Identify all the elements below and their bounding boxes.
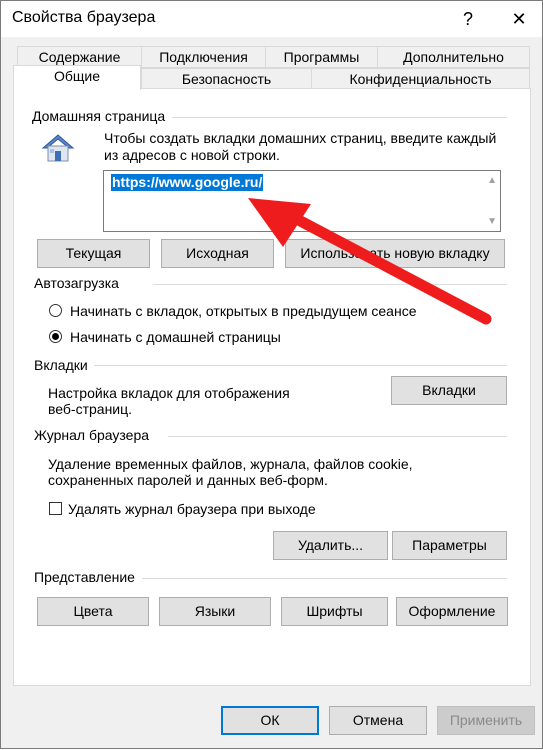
cancel-button[interactable]: Отмена — [329, 706, 427, 735]
tab-advanced[interactable]: Дополнительно — [377, 46, 530, 68]
tabs-group-label: Вкладки — [34, 357, 88, 373]
startup-group-label: Автозагрузка — [34, 275, 119, 291]
title-bar: Свойства браузера ? ✕ — [1, 1, 542, 37]
home-description-line1: Чтобы создать вкладки домашних страниц, … — [104, 130, 497, 146]
tab-security[interactable]: Безопасность — [141, 68, 312, 90]
tab-connections[interactable]: Подключения — [141, 46, 266, 68]
browser-properties-dialog: Свойства браузера ? ✕ Содержание Подключ… — [0, 0, 543, 749]
history-description-line1: Удаление временных файлов, журнала, файл… — [48, 456, 413, 472]
use-current-button[interactable]: Текущая — [37, 239, 150, 268]
scroll-down-icon[interactable]: ▼ — [487, 216, 497, 227]
home-icon — [41, 134, 75, 162]
tab-programs[interactable]: Программы — [265, 46, 378, 68]
use-new-tab-button[interactable]: Использовать новую вкладку — [285, 239, 505, 268]
home-url-text: https://www.google.ru/ — [111, 174, 264, 191]
tab-privacy[interactable]: Конфиденциальность — [311, 68, 530, 90]
tabs-description-line2: веб-страниц. — [48, 401, 133, 417]
history-group-label: Журнал браузера — [34, 427, 150, 443]
fonts-button[interactable]: Шрифты — [281, 597, 388, 626]
ok-button[interactable]: ОК — [221, 706, 319, 735]
start-with-tabs-radio[interactable] — [49, 304, 62, 317]
tab-general[interactable]: Общие — [13, 65, 141, 90]
use-default-button[interactable]: Исходная — [161, 239, 274, 268]
home-page-group-label: Домашняя страница — [32, 108, 166, 124]
startup-separator — [153, 284, 507, 285]
start-with-home-label[interactable]: Начинать с домашней страницы — [70, 329, 281, 345]
tabs-description-line1: Настройка вкладок для отображения — [48, 385, 290, 401]
delete-history-button[interactable]: Удалить... — [273, 531, 388, 560]
start-with-tabs-label[interactable]: Начинать с вкладок, открытых в предыдуще… — [70, 303, 417, 319]
delete-history-on-exit-label[interactable]: Удалять журнал браузера при выходе — [68, 501, 316, 517]
history-description-line2: сохраненных паролей и данных веб-форм. — [48, 472, 328, 488]
colors-button[interactable]: Цвета — [37, 597, 149, 626]
accessibility-button[interactable]: Оформление — [396, 597, 508, 626]
history-settings-button[interactable]: Параметры — [392, 531, 507, 560]
scroll-up-icon[interactable]: ▲ — [487, 175, 497, 186]
start-with-home-radio[interactable] — [49, 330, 62, 343]
radio-selected-dot — [52, 333, 59, 340]
languages-button[interactable]: Языки — [159, 597, 271, 626]
history-separator — [168, 436, 507, 437]
tabs-separator — [94, 365, 507, 366]
home-description-line2: из адресов с новой строки. — [104, 147, 280, 163]
delete-history-on-exit-checkbox[interactable] — [49, 502, 62, 515]
home-separator — [172, 117, 507, 118]
apply-button[interactable]: Применить — [437, 706, 535, 735]
appearance-group-label: Представление — [34, 569, 135, 585]
help-icon[interactable]: ? — [445, 1, 491, 37]
window-title: Свойства браузера — [12, 9, 156, 26]
close-icon[interactable]: ✕ — [496, 1, 542, 37]
home-url-textarea[interactable]: https://www.google.ru/ ▲ ▼ — [103, 170, 501, 232]
tabs-settings-button[interactable]: Вкладки — [391, 376, 507, 405]
appearance-separator — [142, 578, 507, 579]
